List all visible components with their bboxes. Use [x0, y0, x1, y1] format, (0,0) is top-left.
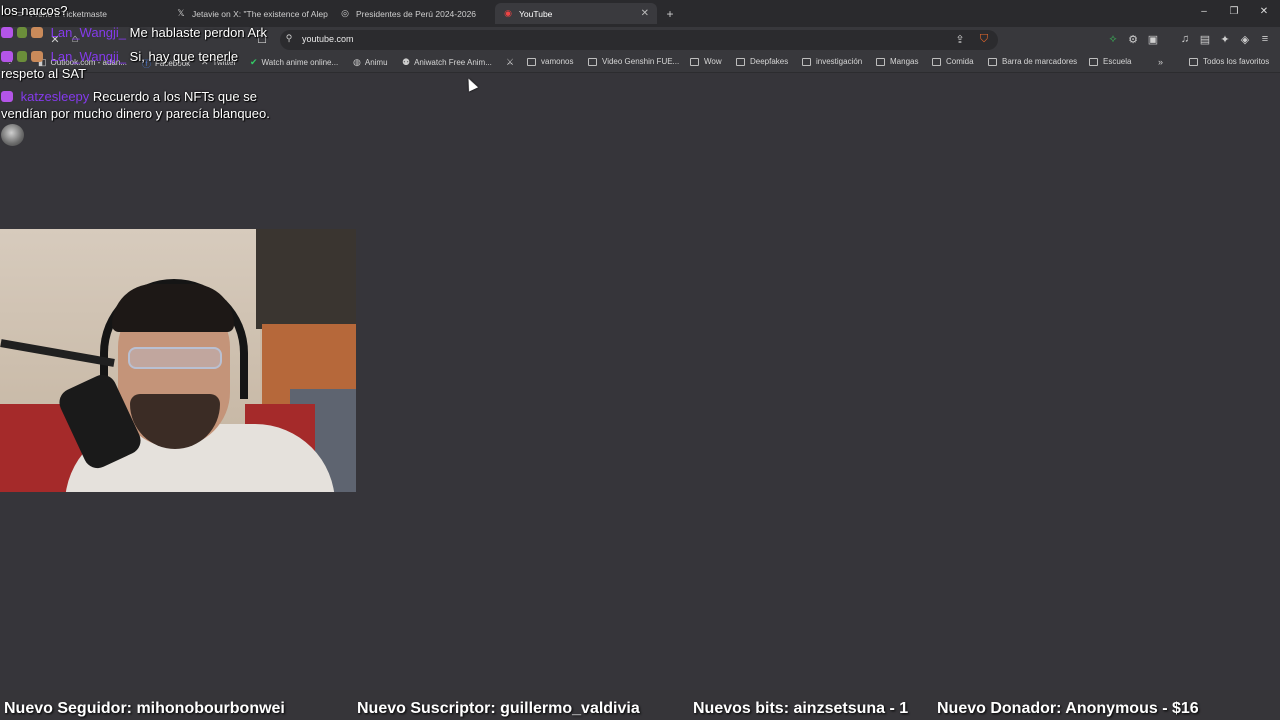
address-url[interactable]: youtube.com: [302, 34, 354, 44]
leo-ai-icon[interactable]: ✦: [1218, 33, 1232, 46]
tab-label: YouTube: [519, 8, 553, 19]
folder-vamonos[interactable]: vamonos: [527, 57, 573, 66]
tab-youtube[interactable]: ◉ YouTube ✕: [495, 3, 657, 24]
mouse-cursor-icon: [463, 76, 479, 92]
folder-video-genshin[interactable]: Video Genshin FUE...: [588, 57, 679, 66]
ticker-subscriber: Nuevo Suscriptor: guillermo_valdivia: [357, 700, 640, 717]
chat-message: Lan_Wangji_ Me hablaste perdon Ark: [1, 24, 267, 41]
x-logo-icon: 𝕏: [177, 8, 185, 18]
bookmark-unnamed[interactable]: ⚔: [506, 57, 518, 68]
restore-icon[interactable]: ❐: [1227, 6, 1241, 17]
sword-icon: ⚔: [506, 57, 515, 67]
chat-emote-icon: [1, 124, 24, 146]
folder-icon: [736, 57, 745, 66]
tab-label: Jetavie on X: "The existence of Aleph: [192, 8, 328, 19]
tab-presidentes[interactable]: ◎ Presidentes de Perú 2024-2026: [332, 3, 492, 24]
ticker-donor: Nuevo Donador: Anonymous - $16: [937, 700, 1199, 717]
bits-badge-icon: [17, 51, 27, 62]
subscriber-badge-icon: [1, 51, 13, 62]
minimize-icon[interactable]: –: [1197, 6, 1211, 17]
media-icon[interactable]: ♫: [1178, 33, 1192, 45]
globe-icon: ◍: [353, 57, 361, 67]
subscriber-badge-icon: [1, 27, 13, 38]
chat-message: katzesleepy Recuerdo a los NFTs que se v…: [1, 88, 270, 122]
youtube-icon: ◉: [504, 8, 512, 18]
bookmark-animu[interactable]: ◍ Animu: [353, 57, 388, 68]
chat-username[interactable]: katzesleepy: [21, 89, 90, 104]
watch-anime-icon: ✔: [250, 57, 258, 67]
folder-wow[interactable]: Wow: [690, 57, 722, 66]
close-window-icon[interactable]: ✕: [1257, 6, 1271, 17]
folder-icon: [1089, 57, 1098, 66]
bookmark-watch-anime[interactable]: ✔ Watch anime online...: [250, 57, 338, 68]
folder-icon: [932, 57, 941, 66]
folder-comida[interactable]: Comida: [932, 57, 974, 66]
chat-message: Lan_Wangji_ Si, hay que tenerle respeto …: [1, 48, 238, 82]
folder-todos-favoritos[interactable]: Todos los favoritos: [1189, 57, 1269, 66]
folder-icon: [988, 57, 997, 66]
ticker-follower: Nuevo Seguidor: mihonobourbonwei: [4, 700, 285, 717]
menu-icon[interactable]: ≡: [1258, 33, 1272, 45]
brave-shield-icon[interactable]: ⛉: [977, 33, 991, 46]
chat-text: Si, hay que tenerle: [129, 49, 239, 64]
chat-text-continued: respeto al SAT: [1, 66, 87, 81]
user-avatar-icon: [31, 27, 43, 38]
folder-escuela[interactable]: Escuela: [1089, 57, 1131, 66]
folder-icon: [527, 57, 536, 66]
address-field[interactable]: [280, 30, 998, 50]
bookmark-aniwatch[interactable]: ⚉ Aniwatch Free Anim...: [402, 57, 492, 68]
site-info-icon[interactable]: ⚲: [282, 33, 296, 44]
extensions-icon[interactable]: ⚙: [1126, 33, 1140, 46]
folder-icon: [876, 57, 885, 66]
chat-text: los narcos?: [1, 3, 68, 18]
folder-icon: [690, 57, 699, 66]
subscriber-badge-icon: [1, 91, 13, 102]
vpn-icon[interactable]: ⟡: [1106, 33, 1120, 46]
wallet-icon[interactable]: ▤: [1198, 33, 1212, 46]
tab-label: Presidentes de Perú 2024-2026: [356, 8, 477, 19]
chat-username[interactable]: Lan_Wangji_: [51, 49, 126, 64]
folder-icon: [588, 57, 597, 66]
folder-investigacion[interactable]: investigación: [802, 57, 862, 66]
chat-username[interactable]: Lan_Wangji_: [51, 25, 126, 40]
close-tab-icon[interactable]: ✕: [641, 8, 649, 19]
folder-barra-marcadores[interactable]: Barra de marcadores: [988, 57, 1077, 66]
user-avatar-icon: [31, 51, 43, 62]
folder-deepfakes[interactable]: Deepfakes: [736, 57, 788, 66]
chat-message: los narcos?: [1, 2, 67, 19]
folder-mangas[interactable]: Mangas: [876, 57, 918, 66]
ticker-bits: Nuevos bits: ainzsetsuna - 1: [693, 700, 909, 717]
tab-jetavie[interactable]: 𝕏 Jetavie on X: "The existence of Aleph: [168, 3, 328, 24]
vpn-shield-icon[interactable]: ◈: [1238, 33, 1252, 46]
folder-icon: [802, 57, 811, 66]
new-tab-button[interactable]: +: [660, 3, 680, 24]
chat-text: Me hablaste perdon Ark: [129, 25, 267, 40]
tab-strip: ▭ Freno a Ticketmaste 𝕏 Jetavie on X: "T…: [0, 0, 1280, 27]
share-icon[interactable]: ⇪: [953, 33, 967, 46]
more-bookmarks-icon[interactable]: »: [1158, 57, 1167, 67]
bits-badge-icon: [17, 27, 27, 38]
aniwatch-icon: ⚉: [402, 57, 411, 67]
chat-text: Recuerdo a los NFTs que se: [92, 89, 257, 104]
webcam-feed: [0, 229, 356, 492]
chat-text-continued: vendían por mucho dinero y parecía blanq…: [1, 106, 270, 121]
sidebar-icon[interactable]: ▣: [1146, 33, 1160, 46]
web-page-icon: ◎: [341, 8, 349, 18]
folder-icon: [1189, 57, 1198, 66]
